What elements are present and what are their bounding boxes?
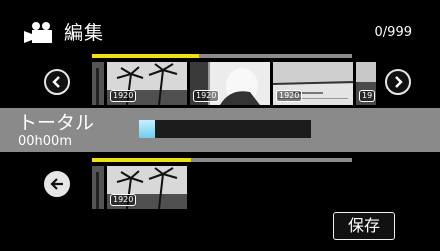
resolution-badge: 19: [359, 90, 376, 102]
save-button[interactable]: 保存: [333, 212, 395, 240]
resolution-badge: 1920: [193, 90, 220, 102]
movie-camera-icon: [24, 22, 52, 43]
top-progress-rail: [92, 54, 352, 58]
page-title: 編集: [64, 22, 105, 44]
back-button[interactable]: [44, 171, 70, 197]
chevron-left-icon: [52, 76, 60, 88]
clip-counter: 0/999: [374, 25, 412, 40]
thumbnail[interactable]: 1920: [107, 166, 187, 209]
resolution-badge: 1920: [110, 194, 137, 206]
previous-button[interactable]: [44, 69, 70, 95]
bottom-thumbnail-strip: 1920: [92, 166, 192, 209]
top-thumbnail-strip: 1920 1920 1920 19: [92, 62, 378, 105]
resolution-badge: 1920: [110, 90, 137, 102]
thumbnail[interactable]: 1920: [107, 62, 187, 105]
chevron-right-icon: [395, 76, 403, 88]
bottom-progress-rail: [92, 158, 352, 162]
timeline-marker: [139, 120, 155, 138]
total-time: 00h00m: [18, 134, 72, 149]
back-arrow-icon: [50, 178, 63, 190]
next-button[interactable]: [385, 69, 411, 95]
top-progress-fill: [92, 54, 199, 58]
thumbnail-partial-left[interactable]: [92, 166, 104, 209]
thumbnail[interactable]: 1920: [190, 62, 270, 105]
bottom-progress-fill: [92, 158, 191, 162]
edit-screen: 編集 0/999 1920 1920 1920 19 トータル 00h00m 1…: [0, 0, 440, 251]
thumbnail[interactable]: 1920: [273, 62, 353, 105]
thumbnail-partial-right[interactable]: 19: [356, 62, 376, 105]
thumbnail-partial-left[interactable]: [92, 62, 104, 105]
total-label: トータル: [18, 112, 95, 134]
resolution-badge: 1920: [276, 90, 303, 102]
total-timeline: [139, 120, 311, 138]
